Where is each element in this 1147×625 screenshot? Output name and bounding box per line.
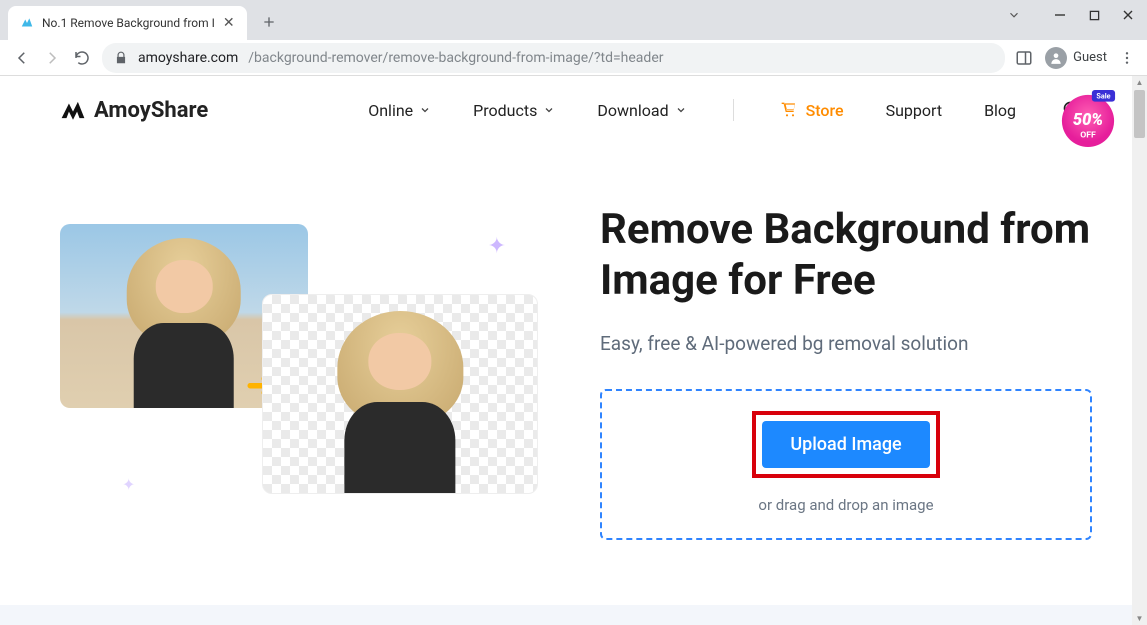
chevron-down-icon[interactable] [1007,8,1021,22]
logo-text: AmoyShare [94,98,208,123]
browser-tab[interactable]: No.1 Remove Background from I ✕ [8,6,247,40]
scroll-down-icon[interactable]: ▼ [1134,613,1145,624]
logo-icon [60,99,86,121]
panel-icon[interactable] [1015,49,1033,67]
url-host: amoyshare.com [138,50,238,66]
nav-download-label: Download [597,101,668,120]
avatar-icon [1045,47,1067,69]
hero-illustration: ✦ ✦ ➜ [60,204,540,504]
kebab-menu-icon[interactable] [1119,50,1135,66]
after-image [262,294,538,494]
sale-badge[interactable]: Sale 50% OFF [1059,90,1117,148]
site-favicon [20,16,34,30]
browser-toolbar: amoyshare.com/background-remover/remove-… [0,40,1147,76]
nav-blog-label: Blog [984,101,1016,120]
scroll-up-icon[interactable]: ▲ [1134,77,1145,88]
chevron-down-icon [543,104,555,116]
annotation-highlight: Upload Image [752,411,939,478]
sale-amount-text: 50% [1073,111,1103,130]
nav-store[interactable]: Store [780,101,844,120]
upload-image-button[interactable]: Upload Image [762,421,929,468]
page-subtitle: Easy, free & AI-powered bg removal solut… [600,332,1092,355]
nav-download[interactable]: Download [597,101,686,120]
nav-online-label: Online [368,101,413,120]
minimize-button[interactable] [1053,8,1067,22]
close-tab-icon[interactable]: ✕ [223,15,235,31]
page-viewport: AmoyShare Online Products Download Store… [0,76,1147,625]
vertical-scrollbar[interactable]: ▲ ▼ [1132,76,1147,625]
chevron-down-icon [419,104,431,116]
tab-title: No.1 Remove Background from I [42,16,215,30]
sale-suffix-text: OFF [1080,130,1096,140]
cart-icon [780,102,798,118]
footer-band [0,605,1132,625]
sparkle-icon: ✦ [122,475,135,494]
sale-tag-text: Sale [1096,92,1110,101]
upload-dropzone[interactable]: Upload Image or drag and drop an image [600,389,1092,540]
nav-online[interactable]: Online [368,101,431,120]
address-bar[interactable]: amoyshare.com/background-remover/remove-… [102,43,1005,73]
profile-label: Guest [1073,50,1107,65]
main-nav: Online Products Download Store Support B… [368,99,1082,121]
nav-support-label: Support [886,101,942,120]
lock-icon [114,51,128,65]
sparkle-icon: ✦ [488,234,506,259]
site-header: AmoyShare Online Products Download Store… [0,76,1147,144]
nav-store-label: Store [806,101,844,120]
page-title: Remove Background from Image for Free [600,204,1092,306]
site-logo[interactable]: AmoyShare [60,98,208,123]
nav-products-label: Products [473,101,537,120]
new-tab-button[interactable] [255,8,283,36]
back-button[interactable] [12,48,32,68]
maximize-button[interactable] [1087,8,1101,22]
close-window-button[interactable] [1121,8,1135,22]
drop-hint-text: or drag and drop an image [602,496,1090,514]
window-controls [1007,8,1135,22]
nav-divider [733,99,734,121]
nav-blog[interactable]: Blog [984,101,1016,120]
hero-content: Remove Background from Image for Free Ea… [600,204,1092,540]
chevron-down-icon [675,104,687,116]
browser-tab-strip: No.1 Remove Background from I ✕ [0,0,1147,40]
forward-button[interactable] [42,48,62,68]
url-path: /background-remover/remove-background-fr… [248,50,663,66]
scrollbar-thumb[interactable] [1134,90,1145,138]
nav-support[interactable]: Support [886,101,942,120]
hero-section: ✦ ✦ ➜ Remove Background from Image for F… [0,144,1147,540]
profile-button[interactable]: Guest [1045,47,1107,69]
nav-products[interactable]: Products [473,101,555,120]
reload-button[interactable] [72,48,92,68]
